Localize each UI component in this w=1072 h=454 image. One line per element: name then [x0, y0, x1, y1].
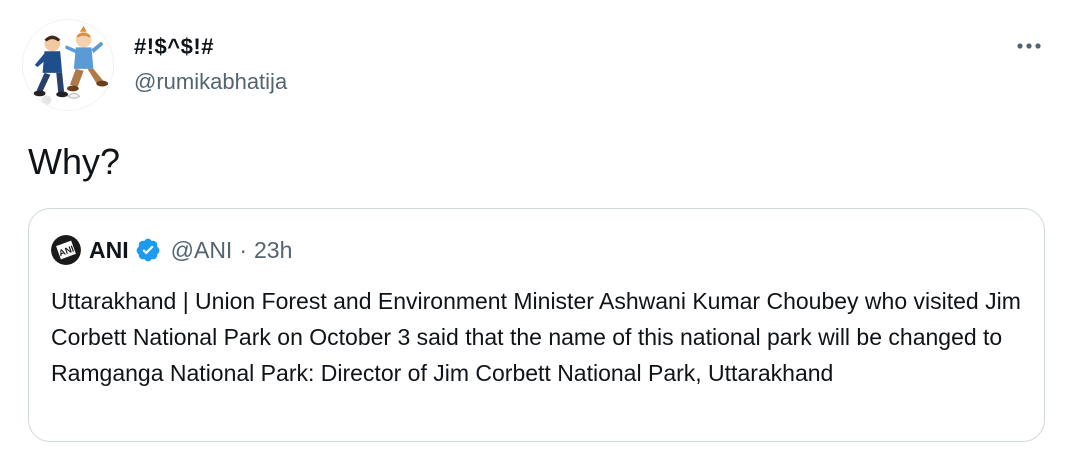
quoted-tweet-text: Uttarakhand | Union Forest and Environme…	[51, 288, 1021, 386]
user-handle[interactable]: @rumikabhatija	[134, 69, 287, 95]
ani-logo-icon[interactable]: ANI	[51, 235, 81, 265]
verified-badge-icon	[135, 237, 161, 263]
header-separator: ·	[239, 236, 247, 263]
tintin-avatar-icon[interactable]	[22, 19, 114, 111]
more-options-button[interactable]	[1010, 32, 1048, 60]
quoted-timestamp[interactable]: 23h	[254, 237, 292, 264]
tweet: #!$^$!# @rumikabhatija Why? ANI ANI @ANI…	[0, 0, 1072, 454]
quoted-tweet-header: ANI ANI @ANI · 23h	[51, 234, 292, 266]
quoted-user-handle[interactable]: @ANI	[171, 237, 233, 264]
quoted-display-name[interactable]: ANI	[89, 237, 129, 264]
quoted-tweet-card[interactable]: ANI ANI @ANI · 23h Uttarakhand | Union F…	[28, 208, 1045, 442]
tweet-text: Why?	[28, 141, 121, 182]
display-name[interactable]: #!$^$!#	[134, 34, 214, 60]
more-options-icon	[1016, 42, 1042, 50]
